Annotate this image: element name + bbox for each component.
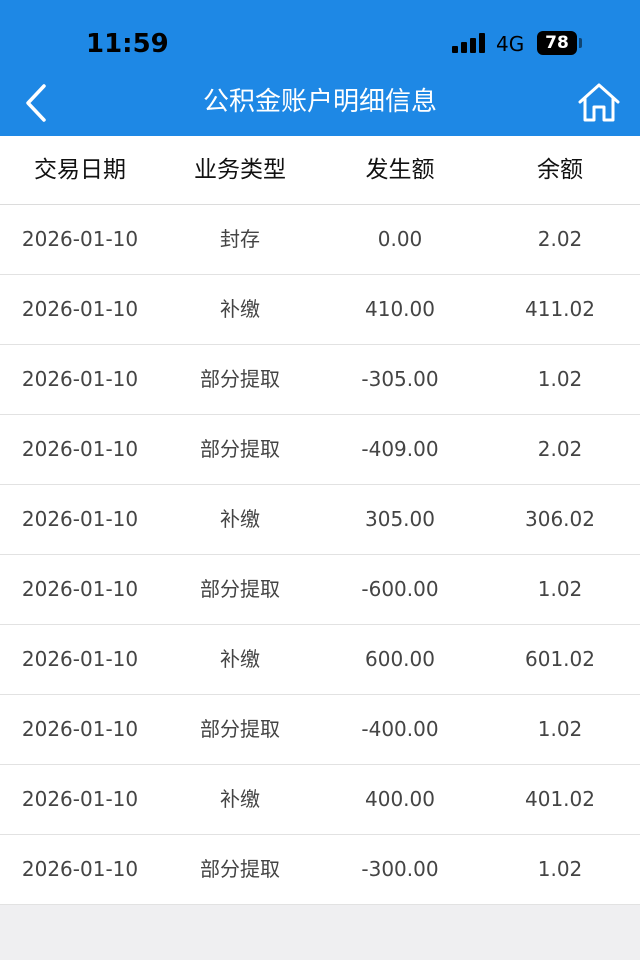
cell-balance: 1.02 (537, 577, 583, 601)
cell-type: 补缴 (220, 507, 260, 531)
battery-icon: 78 (537, 31, 577, 55)
signal-icon (452, 33, 488, 53)
cell-type: 补缴 (220, 647, 260, 671)
table-row[interactable]: 2026-01-10 部分提取 -600.00 1.02 (0, 555, 640, 625)
cell-date: 2026-01-10 (21, 717, 139, 741)
battery-level: 78 (545, 33, 569, 53)
column-header-date: 交易日期 (34, 157, 126, 183)
cell-balance: 1.02 (537, 367, 583, 391)
cell-balance: 2.02 (537, 437, 583, 461)
cell-date: 2026-01-10 (21, 297, 139, 321)
cell-balance: 601.02 (525, 647, 595, 671)
table-row[interactable]: 2026-01-10 部分提取 -400.00 1.02 (0, 695, 640, 765)
cell-type: 部分提取 (200, 437, 280, 461)
table-row[interactable]: 2026-01-10 部分提取 -409.00 2.02 (0, 415, 640, 485)
cell-type: 部分提取 (200, 577, 280, 601)
cell-date: 2026-01-10 (21, 577, 139, 601)
cell-type: 补缴 (220, 297, 260, 321)
cell-type: 封存 (220, 227, 260, 251)
app-header: 11:59 4G 78 公积金账户明细信息 (0, 0, 640, 136)
cell-balance: 1.02 (537, 717, 583, 741)
cell-date: 2026-01-10 (21, 787, 139, 811)
transaction-table: 交易日期 业务类型 发生额 余额 2026-01-10 封存 0.00 2.02… (0, 136, 640, 905)
cell-amount: -300.00 (361, 857, 439, 881)
cell-amount: 0.00 (377, 227, 423, 251)
cell-date: 2026-01-10 (21, 367, 139, 391)
table-row[interactable]: 2026-01-10 部分提取 -300.00 1.02 (0, 835, 640, 905)
cell-balance: 401.02 (525, 787, 595, 811)
chevron-left-icon (26, 84, 46, 122)
cell-date: 2026-01-10 (21, 857, 139, 881)
table-row[interactable]: 2026-01-10 部分提取 -305.00 1.02 (0, 345, 640, 415)
cell-date: 2026-01-10 (21, 437, 139, 461)
column-header-type: 业务类型 (194, 157, 286, 183)
cell-amount: -305.00 (361, 367, 439, 391)
column-header-balance: 余额 (537, 157, 583, 183)
cell-type: 补缴 (220, 787, 260, 811)
cell-balance: 2.02 (537, 227, 583, 251)
page-title: 公积金账户明细信息 (202, 87, 437, 117)
cell-amount: 305.00 (365, 507, 435, 531)
cell-date: 2026-01-10 (21, 647, 139, 671)
column-header-amount: 发生额 (365, 157, 435, 183)
cell-balance: 1.02 (537, 857, 583, 881)
cell-balance: 411.02 (525, 297, 595, 321)
table-row[interactable]: 2026-01-10 补缴 400.00 401.02 (0, 765, 640, 835)
cell-type: 部分提取 (200, 367, 280, 391)
cell-type: 部分提取 (200, 857, 280, 881)
table-row[interactable]: 2026-01-10 补缴 305.00 306.02 (0, 485, 640, 555)
cell-amount: 410.00 (365, 297, 435, 321)
home-button[interactable] (576, 80, 622, 126)
network-type: 4G (496, 32, 525, 56)
cell-amount: -409.00 (361, 437, 439, 461)
cell-amount: -400.00 (361, 717, 439, 741)
table-row[interactable]: 2026-01-10 补缴 410.00 411.02 (0, 275, 640, 345)
battery-cap (579, 38, 582, 48)
cell-amount: 400.00 (365, 787, 435, 811)
cell-date: 2026-01-10 (21, 227, 139, 251)
cell-balance: 306.02 (525, 507, 595, 531)
status-time: 11:59 (86, 29, 169, 59)
table-header: 交易日期 业务类型 发生额 余额 (0, 136, 640, 205)
table-row[interactable]: 2026-01-10 封存 0.00 2.02 (0, 205, 640, 275)
home-icon (578, 83, 620, 122)
cell-date: 2026-01-10 (21, 507, 139, 531)
cell-type: 部分提取 (200, 717, 280, 741)
cell-amount: -600.00 (361, 577, 439, 601)
back-button[interactable] (18, 80, 58, 126)
cell-amount: 600.00 (365, 647, 435, 671)
table-row[interactable]: 2026-01-10 补缴 600.00 601.02 (0, 625, 640, 695)
